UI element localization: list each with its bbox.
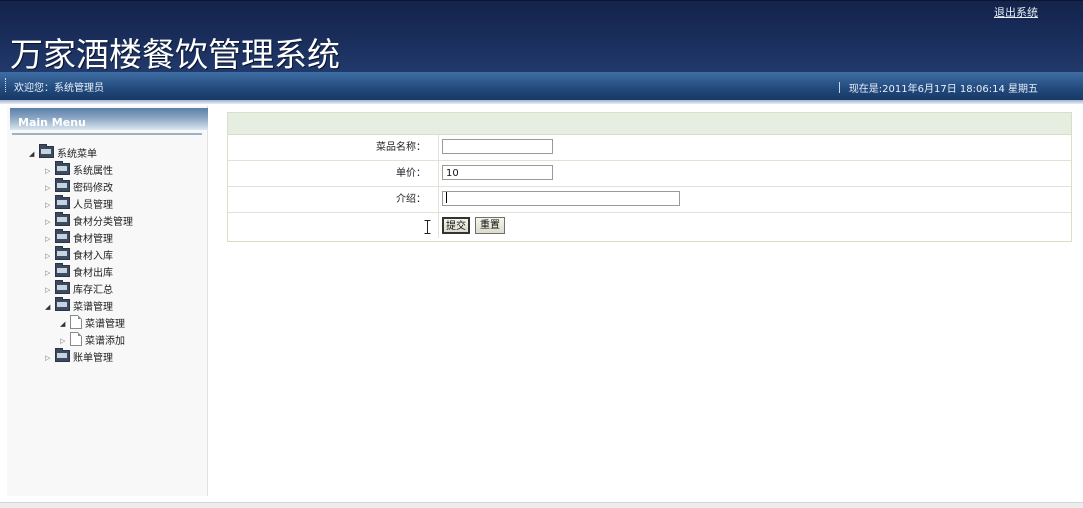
collapsed-arrow-icon[interactable]: ▷ — [45, 201, 55, 209]
separator-divider — [838, 82, 840, 93]
sidebar-item-label: 食材分类管理 — [73, 217, 133, 228]
ibeam-cursor-icon — [424, 220, 431, 234]
folder-icon — [39, 144, 54, 158]
form-row-intro: 介绍： — [228, 187, 1071, 213]
datetime-text: 现在是:2011年6月17日 18:06:14 星期五 — [848, 84, 1038, 95]
sidebar-item-stock-out[interactable]: ▷ 食材出库 — [45, 263, 113, 279]
sidebar-subitem-label: 菜谱添加 — [85, 336, 125, 347]
file-icon — [70, 315, 82, 329]
form-row-price: 单价： 10 — [228, 161, 1071, 187]
sidebar-item-stock-in[interactable]: ▷ 食材入库 — [45, 246, 113, 262]
sidebar-item-label: 食材入库 — [73, 251, 113, 262]
name-label-cell: 菜品名称： — [228, 135, 439, 160]
folder-icon — [55, 297, 70, 311]
welcome-text: 欢迎您：系统管理员 — [14, 83, 104, 94]
app-title: 万家酒楼餐饮管理系统 — [10, 35, 340, 74]
sidebar-item-menu-management[interactable]: ◢ 菜谱管理 — [45, 297, 113, 313]
expanded-arrow-icon[interactable]: ◢ — [60, 320, 70, 328]
sidebar-item-password-change[interactable]: ▷ 密码修改 — [45, 178, 113, 194]
collapsed-arrow-icon[interactable]: ▷ — [45, 184, 55, 192]
collapsed-arrow-icon[interactable]: ▷ — [45, 167, 55, 175]
sidebar-item-label: 库存汇总 — [73, 285, 113, 296]
collapsed-arrow-icon[interactable]: ▷ — [45, 252, 55, 260]
sidebar-item-label: 人员管理 — [73, 200, 113, 211]
actions-label-cell — [228, 213, 439, 238]
app-header: 退出系统 万家酒楼餐饮管理系统 — [0, 0, 1083, 74]
sidebar-item-label: 菜谱管理 — [73, 302, 113, 313]
sidebar: Main Menu ◢ 系统菜单 ▷ 系统属性 ▷ 密码修改 ▷ 人员管理 ▷ 食材分类管… — [7, 106, 208, 496]
expanded-arrow-icon[interactable]: ◢ — [45, 303, 55, 311]
main-menu-header: Main Menu — [10, 108, 208, 130]
sidebar-subitem-menu-management[interactable]: ◢ 菜谱管理 — [60, 315, 125, 330]
intro-label: 介绍： — [396, 194, 426, 205]
collapsed-arrow-icon[interactable]: ▷ — [45, 286, 55, 294]
tree-root[interactable]: ◢ 系统菜单 — [29, 144, 97, 160]
sidebar-item-inventory-summary[interactable]: ▷ 库存汇总 — [45, 280, 113, 296]
form-row-actions: 提交 重置 — [228, 213, 1071, 238]
intro-label-cell: 介绍： — [228, 187, 439, 212]
folder-icon — [55, 161, 70, 175]
sidebar-item-label: 食材管理 — [73, 234, 113, 245]
sidebar-item-label: 食材出库 — [73, 268, 113, 279]
sidebar-subitem-add-menu[interactable]: ▷ 菜谱添加 — [60, 332, 125, 347]
text-caret-icon — [446, 192, 447, 203]
form-row-name: 菜品名称： — [228, 135, 1071, 161]
intro-input[interactable] — [442, 191, 680, 206]
submit-button[interactable]: 提交 — [442, 217, 470, 234]
sidebar-subitem-label: 菜谱管理 — [85, 319, 125, 330]
dish-form-panel: 菜品名称： 单价： 10 介绍： 提交 重置 — [227, 112, 1072, 242]
sidebar-item-ingredient-category[interactable]: ▷ 食材分类管理 — [45, 212, 133, 228]
name-label: 菜品名称： — [376, 142, 426, 153]
menu-divider — [12, 133, 202, 135]
collapsed-arrow-icon[interactable]: ▷ — [45, 354, 55, 362]
sidebar-item-ingredient[interactable]: ▷ 食材管理 — [45, 229, 113, 245]
datetime-area: 现在是:2011年6月17日 18:06:14 星期五 — [838, 80, 1038, 95]
tree-root-label: 系统菜单 — [57, 149, 97, 160]
main-menu-title: Main Menu — [18, 116, 86, 129]
folder-icon — [55, 246, 70, 260]
window-bottom-border — [0, 502, 1083, 508]
grip-icon — [5, 78, 8, 92]
price-label: 单价： — [396, 168, 426, 179]
expanded-arrow-icon[interactable]: ◢ — [29, 150, 39, 158]
folder-icon — [55, 178, 70, 192]
form-header-bar — [228, 113, 1071, 135]
folder-icon — [55, 280, 70, 294]
price-label-cell: 单价： — [228, 161, 439, 186]
collapsed-arrow-icon[interactable]: ▷ — [45, 218, 55, 226]
file-icon — [70, 332, 82, 346]
folder-icon — [55, 195, 70, 209]
header-shadow-divider — [0, 100, 1083, 104]
sidebar-item-label: 账单管理 — [73, 353, 113, 364]
collapsed-arrow-icon[interactable]: ▷ — [45, 269, 55, 277]
sidebar-item-staff[interactable]: ▷ 人员管理 — [45, 195, 113, 211]
folder-icon — [55, 212, 70, 226]
folder-icon — [55, 229, 70, 243]
sidebar-item-label: 密码修改 — [73, 183, 113, 194]
collapsed-arrow-icon[interactable]: ▷ — [60, 337, 70, 345]
dish-name-input[interactable] — [442, 139, 553, 154]
reset-button[interactable]: 重置 — [475, 217, 505, 234]
sidebar-item-bill-management[interactable]: ▷ 账单管理 — [45, 348, 113, 364]
folder-icon — [55, 348, 70, 362]
price-input[interactable]: 10 — [442, 165, 553, 180]
sidebar-item-system-properties[interactable]: ▷ 系统属性 — [45, 161, 113, 177]
folder-icon — [55, 263, 70, 277]
collapsed-arrow-icon[interactable]: ▷ — [45, 235, 55, 243]
sidebar-item-label: 系统属性 — [73, 166, 113, 177]
welcome-bar: 欢迎您：系统管理员 现在是:2011年6月17日 18:06:14 星期五 — [0, 72, 1083, 100]
logout-link[interactable]: 退出系统 — [994, 4, 1038, 20]
